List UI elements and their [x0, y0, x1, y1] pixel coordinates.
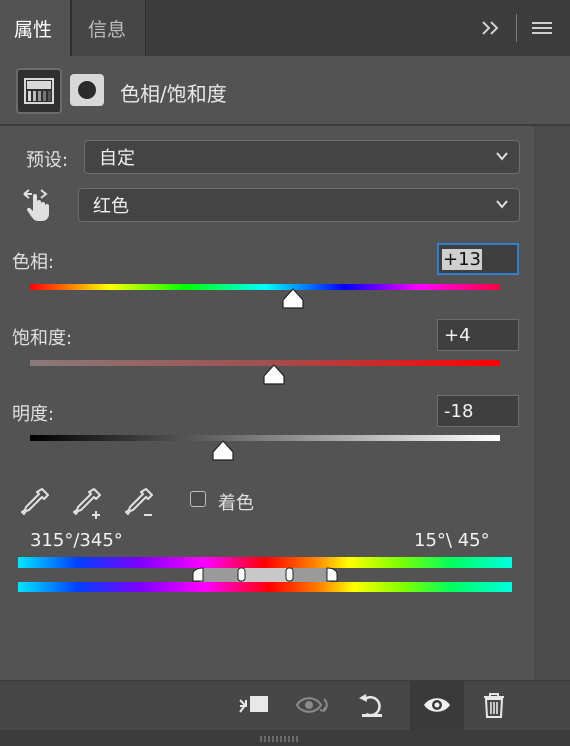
hue-label: 色相: — [12, 252, 55, 273]
channel-select[interactable]: 红色 — [78, 188, 520, 222]
tab-properties-label: 属性 — [14, 18, 53, 41]
chevron-down-icon — [496, 152, 508, 161]
reset-icon[interactable] — [356, 690, 388, 720]
hamburger-menu-icon[interactable] — [530, 14, 554, 50]
resize-grip[interactable] — [260, 736, 300, 742]
targeted-adjustment-hand-icon[interactable] — [20, 186, 52, 222]
input-color-range-bar — [18, 557, 512, 568]
eyedropper-icon[interactable] — [20, 485, 54, 521]
lightness-label: 明度: — [12, 404, 55, 425]
preset-label: 预设: — [26, 150, 69, 171]
tab-bar-divider — [516, 14, 517, 42]
double-chevron-right-icon[interactable] — [480, 14, 502, 50]
tab-info-label: 信息 — [88, 18, 127, 41]
range-right-handle[interactable] — [285, 567, 294, 582]
clip-to-layer-icon[interactable] — [236, 690, 272, 720]
panel-title: 色相/饱和度 — [120, 82, 227, 106]
range-left-handle[interactable] — [237, 567, 246, 582]
lightness-value: -18 — [444, 400, 474, 422]
hue-value: +13 — [442, 248, 482, 270]
chevron-down-icon — [496, 200, 508, 209]
lightness-slider-track[interactable] — [30, 435, 500, 441]
header-divider — [0, 124, 570, 126]
eye-icon — [424, 698, 450, 712]
hue-slider-track[interactable] — [30, 284, 500, 290]
view-previous-state-icon[interactable] — [294, 690, 334, 720]
preset-select-value: 自定 — [99, 148, 135, 169]
tab-properties[interactable]: 属性 — [0, 0, 70, 56]
range-left-label: 315°/345° — [30, 530, 123, 551]
range-falloff-right-handle[interactable] — [326, 567, 338, 582]
colorize-checkbox[interactable] — [190, 491, 206, 507]
output-color-range-bar — [18, 582, 512, 592]
eyedropper-minus-icon[interactable] — [124, 485, 158, 521]
layer-mask-icon[interactable] — [70, 74, 104, 106]
lightness-value-field[interactable]: -18 — [437, 395, 519, 427]
hue-value-field[interactable]: +13 — [437, 243, 519, 275]
channel-select-value: 红色 — [93, 196, 129, 217]
range-selector-core[interactable] — [242, 568, 288, 582]
hue-slider-thumb[interactable] — [281, 288, 305, 310]
tab-info[interactable]: 信息 — [72, 0, 146, 56]
lightness-slider-thumb[interactable] — [211, 440, 235, 462]
saturation-label: 饱和度: — [12, 328, 73, 349]
colorize-label: 着色 — [218, 493, 254, 514]
range-falloff-left-handle[interactable] — [192, 567, 204, 582]
saturation-value-field[interactable]: +4 — [437, 319, 519, 351]
saturation-slider-thumb[interactable] — [262, 364, 286, 386]
range-right-label: 15°\ 45° — [414, 530, 490, 551]
trash-icon[interactable] — [480, 690, 508, 720]
scrollbar-track[interactable] — [534, 126, 570, 680]
visibility-toggle[interactable] — [410, 681, 464, 730]
saturation-value: +4 — [444, 324, 471, 346]
eyedropper-plus-icon[interactable] — [72, 485, 106, 521]
preset-select[interactable]: 自定 — [84, 140, 520, 174]
hue-saturation-adjustment-icon[interactable] — [16, 68, 62, 114]
